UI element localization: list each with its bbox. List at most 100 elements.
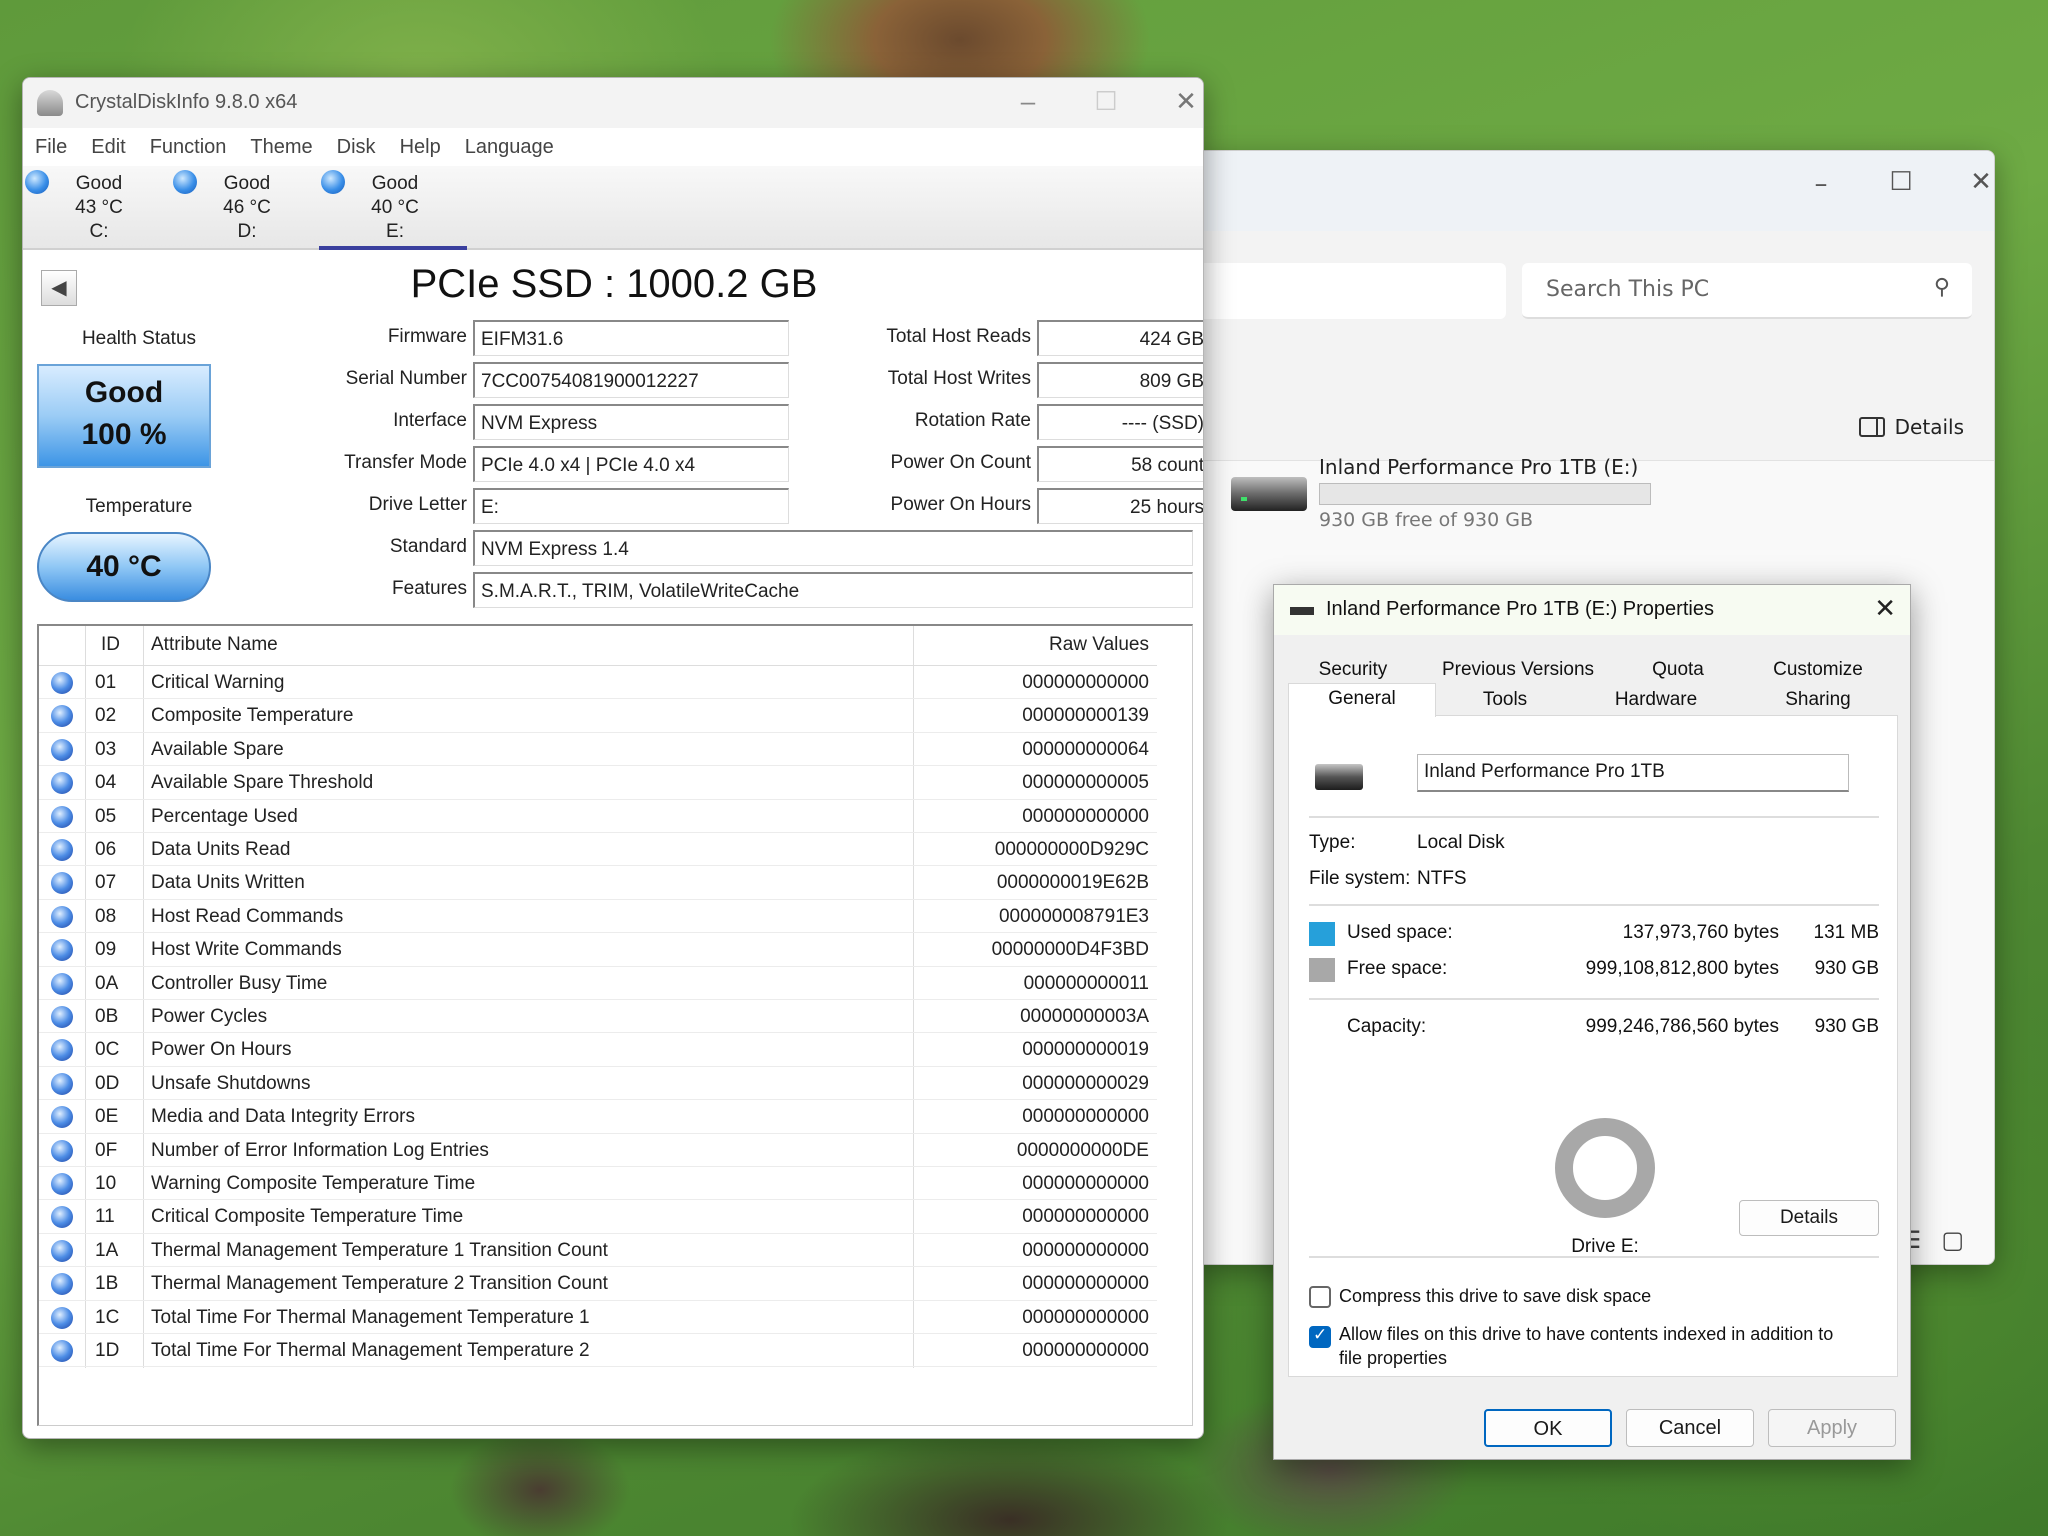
attribute-raw-value: 000000000000 <box>1022 1273 1149 1295</box>
tab-general[interactable]: General <box>1288 683 1436 717</box>
menu-bar: File Edit Function Theme Disk Help Langu… <box>23 128 1203 166</box>
attribute-name: Media and Data Integrity Errors <box>151 1106 416 1128</box>
apply-button[interactable]: Apply <box>1768 1409 1896 1447</box>
power-on-count-value: 58 count <box>1037 446 1203 482</box>
table-row[interactable]: 09 Host Write Commands 00000000D4F3BD <box>39 933 1157 967</box>
table-row[interactable]: 11 Critical Composite Temperature Time 000… <box>39 1200 1157 1234</box>
details-pane-icon <box>1858 417 1885 437</box>
table-row[interactable]: 10 Warning Composite Temperature Time 0000… <box>39 1167 1157 1201</box>
compress-checkbox[interactable] <box>1309 1286 1331 1308</box>
menu-disk[interactable]: Disk <box>337 128 386 166</box>
menu-function[interactable]: Function <box>150 128 237 166</box>
total-host-writes-value: 809 GB <box>1037 362 1203 398</box>
menu-help[interactable]: Help <box>400 128 451 166</box>
menu-edit[interactable]: Edit <box>91 128 135 166</box>
table-row[interactable]: 1D Total Time For Thermal Management Temp… <box>39 1334 1157 1368</box>
menu-theme[interactable]: Theme <box>250 128 322 166</box>
minimize-icon[interactable]: – <box>1003 86 1053 117</box>
table-row[interactable]: 01 Critical Warning 000000000000 <box>39 666 1157 700</box>
temperature-label: Temperature <box>85 496 193 517</box>
header-raw-values[interactable]: Raw Values <box>1049 634 1149 656</box>
table-row[interactable]: 0C Power On Hours 000000000019 <box>39 1033 1157 1067</box>
attribute-id: 07 <box>95 872 117 894</box>
table-row[interactable]: 07 Data Units Written 0000000019E62B <box>39 866 1157 900</box>
features-label: Features <box>392 578 467 599</box>
smart-attributes-table[interactable]: ID Attribute Name Raw Values 01 Critical … <box>37 624 1193 1426</box>
maximize-icon[interactable]: ☐ <box>1876 167 1926 197</box>
table-row[interactable]: 0D Unsafe Shutdowns 000000000029 <box>39 1067 1157 1101</box>
attribute-name: Data Units Read <box>151 839 291 860</box>
status-good-icon <box>51 1072 73 1095</box>
table-row[interactable]: 08 Host Read Commands 000000008791E3 <box>39 900 1157 934</box>
temperature-badge[interactable]: 40 °C <box>37 532 211 602</box>
tiles-view-icon[interactable]: ▢ <box>1941 1226 1964 1254</box>
cancel-button[interactable]: Cancel <box>1626 1409 1754 1447</box>
volume-name-input[interactable]: Inland Performance Pro 1TB <box>1417 754 1849 792</box>
file-system-value: NTFS <box>1417 868 1467 889</box>
maximize-icon[interactable]: ☐ <box>1081 86 1131 117</box>
general-tab-page: Inland Performance Pro 1TB Type: Local D… <box>1288 715 1898 1377</box>
tab-security[interactable]: Security <box>1288 655 1418 685</box>
table-row[interactable]: 02 Composite Temperature 000000000139 <box>39 699 1157 733</box>
transfer-mode-label: Transfer Mode <box>344 452 467 473</box>
divider <box>1309 816 1879 818</box>
table-row[interactable]: 04 Available Spare Threshold 000000000005 <box>39 766 1157 800</box>
header-attribute-name[interactable]: Attribute Name <box>151 634 278 656</box>
table-row[interactable]: 0B Power Cycles 00000000003A <box>39 1000 1157 1034</box>
minimize-icon[interactable]: – <box>1796 169 1846 199</box>
drive-letter-label: Drive Letter <box>368 494 467 515</box>
attribute-raw-value: 000000000000 <box>1022 672 1149 693</box>
table-row[interactable]: 1C Total Time For Thermal Management Temp… <box>39 1301 1157 1334</box>
details-button[interactable]: Details <box>1739 1200 1879 1236</box>
status-good-icon <box>51 738 73 761</box>
properties-titlebar: Inland Performance Pro 1TB (E:) Properti… <box>1274 585 1910 635</box>
index-checkbox[interactable] <box>1309 1325 1331 1348</box>
table-row[interactable]: 0F Number of Error Information Log Entrie… <box>39 1134 1157 1167</box>
used-space-size: 131 MB <box>1813 922 1879 943</box>
tab-sharing[interactable]: Sharing <box>1738 685 1898 715</box>
divider <box>1309 998 1879 1000</box>
drive-tab-c[interactable]: Good 43 °C C: <box>23 166 171 250</box>
status-good-icon <box>51 972 73 995</box>
tab-previous-versions[interactable]: Previous Versions <box>1418 655 1618 685</box>
explorer-toolbar: Search This PC ⚲ Details <box>1196 231 1994 461</box>
tab-customize[interactable]: Customize <box>1738 655 1898 685</box>
ok-button[interactable]: OK <box>1484 1409 1612 1447</box>
table-row[interactable]: 1A Thermal Management Temperature 1 Trans… <box>39 1234 1157 1268</box>
table-row[interactable]: 03 Available Spare 000000000064 <box>39 733 1157 767</box>
table-row[interactable]: 05 Percentage Used 000000000000 <box>39 800 1157 833</box>
menu-file[interactable]: File <box>35 128 77 166</box>
index-label-line2: file properties <box>1339 1348 1448 1368</box>
drive-icon <box>1290 607 1314 615</box>
drive-tab-d[interactable]: Good 46 °C D: <box>171 166 319 250</box>
standard-value: NVM Express 1.4 <box>473 530 1193 566</box>
table-row[interactable]: 0A Controller Busy Time 000000000011 <box>39 967 1157 1000</box>
close-icon[interactable]: ✕ <box>1161 86 1203 117</box>
table-row[interactable]: 1B Thermal Management Temperature 2 Trans… <box>39 1267 1157 1301</box>
address-bar[interactable] <box>1196 263 1506 319</box>
attribute-raw-value: 000000000D929C <box>994 839 1149 860</box>
attribute-name: Host Read Commands <box>151 905 344 927</box>
attribute-id: 0C <box>95 1039 120 1061</box>
cdi-titlebar: CrystalDiskInfo 9.8.0 x64 – ☐ ✕ <box>23 78 1203 128</box>
table-row[interactable]: 0E Media and Data Integrity Errors 0000000… <box>39 1100 1157 1134</box>
drive-tile-e[interactable]: Inland Performance Pro 1TB (E:) 930 GB f… <box>1231 451 1671 541</box>
table-row[interactable]: 06 Data Units Read 000000000D929C <box>39 833 1157 867</box>
header-id[interactable]: ID <box>101 634 120 656</box>
firmware-label: Firmware <box>387 326 467 347</box>
drive-tab-e[interactable]: Good 40 °C E: <box>319 166 467 250</box>
close-icon[interactable]: ✕ <box>1956 167 2006 197</box>
tab-hardware[interactable]: Hardware <box>1574 685 1738 715</box>
details-pane-button[interactable]: Details <box>1858 415 1964 439</box>
drive-free-text: 930 GB free of 930 GB <box>1319 509 1534 531</box>
search-icon[interactable]: ⚲ <box>1934 275 1950 300</box>
drive-temp: 40 °C <box>371 197 419 218</box>
close-icon[interactable]: ✕ <box>1874 593 1896 624</box>
tab-tools[interactable]: Tools <box>1436 685 1574 715</box>
health-status-badge[interactable]: Good 100 % <box>37 364 211 468</box>
search-input[interactable]: Search This PC ⚲ <box>1522 263 1972 319</box>
status-good-icon <box>173 170 197 194</box>
attribute-raw-value: 000000000000 <box>1022 1340 1149 1361</box>
tab-quota[interactable]: Quota <box>1618 655 1738 685</box>
menu-language[interactable]: Language <box>465 128 564 166</box>
